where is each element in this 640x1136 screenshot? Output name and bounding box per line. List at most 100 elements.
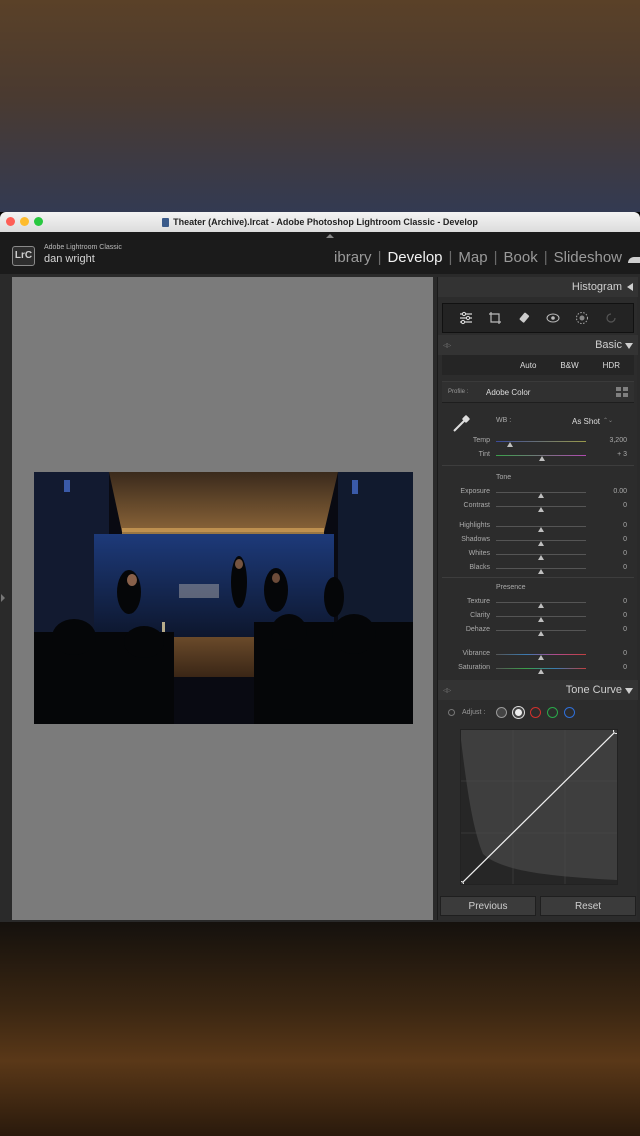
dehaze-value[interactable]: 0 bbox=[623, 626, 627, 633]
presence-heading: Presence bbox=[496, 584, 526, 591]
bw-button[interactable]: B&W bbox=[560, 361, 578, 370]
collapse-down-icon[interactable] bbox=[625, 688, 633, 694]
texture-value[interactable]: 0 bbox=[623, 598, 627, 605]
window-title: Theater (Archive).lrcat - Adobe Photosho… bbox=[162, 217, 478, 227]
tint-value[interactable]: + 3 bbox=[617, 451, 627, 458]
shadows-label: Shadows bbox=[461, 536, 490, 543]
photo-preview[interactable] bbox=[34, 472, 413, 724]
document-icon bbox=[162, 217, 170, 227]
tone-curve-graph[interactable] bbox=[458, 728, 619, 887]
exposure-slider-knob[interactable] bbox=[538, 493, 544, 498]
zoom-window-button[interactable] bbox=[34, 217, 43, 226]
contrast-slider-knob[interactable] bbox=[538, 507, 544, 512]
curve-adjust-row: Adjust : bbox=[442, 705, 634, 721]
contrast-value[interactable]: 0 bbox=[623, 502, 627, 509]
temp-slider-knob[interactable] bbox=[506, 442, 513, 447]
temp-value[interactable]: 3,200 bbox=[609, 437, 627, 444]
window-controls bbox=[6, 217, 43, 226]
adjust-label: Adjust : bbox=[462, 709, 486, 716]
auto-button[interactable]: Auto bbox=[520, 361, 536, 370]
module-develop[interactable]: Develop bbox=[387, 249, 442, 266]
vibrance-value[interactable]: 0 bbox=[623, 650, 627, 657]
texture-slider-knob[interactable] bbox=[538, 603, 544, 608]
saturation-label: Saturation bbox=[458, 664, 490, 671]
shadows-slider-knob[interactable] bbox=[538, 541, 544, 546]
contrast-label: Contrast bbox=[463, 502, 490, 509]
profile-label: Profile : bbox=[448, 389, 469, 395]
desktop-background-bottom bbox=[0, 922, 640, 1136]
clarity-slider-knob[interactable] bbox=[538, 617, 544, 622]
theater-photo-image bbox=[34, 472, 413, 724]
redeye-icon[interactable] bbox=[545, 310, 561, 326]
blacks-slider-knob[interactable] bbox=[538, 569, 544, 574]
parametric-curve-icon[interactable] bbox=[496, 707, 507, 718]
clarity-label: Clarity bbox=[470, 612, 490, 619]
basic-panel-header[interactable]: ◁▷ Basic bbox=[438, 335, 638, 355]
grid-icon[interactable] bbox=[616, 387, 628, 398]
wb-select[interactable]: As Shot bbox=[572, 417, 600, 426]
sliders-icon[interactable] bbox=[458, 310, 474, 326]
top-panel-toggle-icon[interactable] bbox=[326, 234, 334, 238]
close-window-button[interactable] bbox=[6, 217, 15, 226]
module-separator: | bbox=[543, 249, 548, 266]
whites-value[interactable]: 0 bbox=[623, 550, 627, 557]
whites-slider-knob[interactable] bbox=[538, 555, 544, 560]
module-book[interactable]: Book bbox=[504, 249, 538, 266]
histogram-panel-header[interactable]: Histogram bbox=[438, 277, 638, 297]
panel-grip-icon: ◁▷ bbox=[443, 343, 451, 349]
module-slideshow[interactable]: Slideshow bbox=[554, 249, 622, 266]
module-library[interactable]: ibrary bbox=[334, 249, 372, 266]
targeted-adjust-icon[interactable] bbox=[448, 709, 455, 716]
highlights-label: Highlights bbox=[459, 522, 490, 529]
previous-button[interactable]: Previous bbox=[440, 896, 536, 916]
tone-curve-svg bbox=[458, 728, 619, 887]
blue-channel-icon[interactable] bbox=[564, 707, 575, 718]
tint-slider-knob[interactable] bbox=[538, 456, 545, 461]
window-titlebar: Theater (Archive).lrcat - Adobe Photosho… bbox=[0, 212, 640, 232]
saturation-slider-knob[interactable] bbox=[538, 669, 544, 674]
reset-button[interactable]: Reset bbox=[540, 896, 636, 916]
minimize-window-button[interactable] bbox=[20, 217, 29, 226]
red-channel-icon[interactable] bbox=[530, 707, 541, 718]
section-divider bbox=[442, 577, 634, 578]
reset-icon[interactable] bbox=[603, 310, 619, 326]
collapse-left-icon[interactable] bbox=[627, 283, 633, 291]
blacks-label: Blacks bbox=[469, 564, 490, 571]
blacks-value[interactable]: 0 bbox=[623, 564, 627, 571]
tone-heading: Tone bbox=[496, 474, 512, 481]
shadows-value[interactable]: 0 bbox=[623, 536, 627, 543]
window-title-text: Theater (Archive).lrcat - Adobe Photosho… bbox=[173, 217, 478, 227]
module-overflow-indicator bbox=[628, 256, 640, 263]
saturation-value[interactable]: 0 bbox=[623, 664, 627, 671]
dehaze-slider-knob[interactable] bbox=[538, 631, 544, 636]
collapse-down-icon[interactable] bbox=[625, 343, 633, 349]
crop-icon[interactable] bbox=[487, 310, 503, 326]
highlights-slider-knob[interactable] bbox=[538, 527, 544, 532]
green-channel-icon[interactable] bbox=[547, 707, 558, 718]
point-curve-icon[interactable] bbox=[513, 707, 524, 718]
treatment-buttons: Auto B&W HDR bbox=[442, 355, 634, 375]
module-picker: ibrary | Develop | Map | Book | Slidesho… bbox=[334, 249, 640, 266]
exposure-value[interactable]: 0.00 bbox=[613, 488, 627, 495]
eyedropper-icon[interactable] bbox=[450, 413, 472, 435]
mask-icon[interactable] bbox=[574, 310, 590, 326]
heal-icon[interactable] bbox=[516, 310, 532, 326]
hdr-button[interactable]: HDR bbox=[603, 361, 620, 370]
desktop-background-top bbox=[0, 0, 640, 212]
tone-curve-panel-header[interactable]: ◁▷ Tone Curve bbox=[438, 680, 638, 700]
wb-label: WB : bbox=[496, 417, 512, 424]
temp-label: Temp bbox=[472, 437, 490, 444]
highlights-value[interactable]: 0 bbox=[623, 522, 627, 529]
panel-grip-icon: ◁▷ bbox=[443, 688, 451, 694]
exposure-label: Exposure bbox=[460, 488, 490, 495]
left-panel-toggle-icon[interactable] bbox=[1, 594, 5, 602]
tone-curve-title: Tone Curve bbox=[565, 684, 622, 696]
wb-stepper-icon[interactable]: ⌃⌄ bbox=[603, 417, 613, 424]
user-name: dan wright bbox=[44, 253, 95, 265]
clarity-value[interactable]: 0 bbox=[623, 612, 627, 619]
vibrance-slider-knob[interactable] bbox=[538, 655, 544, 660]
module-separator: | bbox=[493, 249, 498, 266]
module-map[interactable]: Map bbox=[458, 249, 487, 266]
right-panel: Histogram ◁▷ Basic Auto B&W HDR Profile … bbox=[437, 277, 638, 920]
profile-select[interactable]: Adobe Color bbox=[486, 388, 530, 397]
